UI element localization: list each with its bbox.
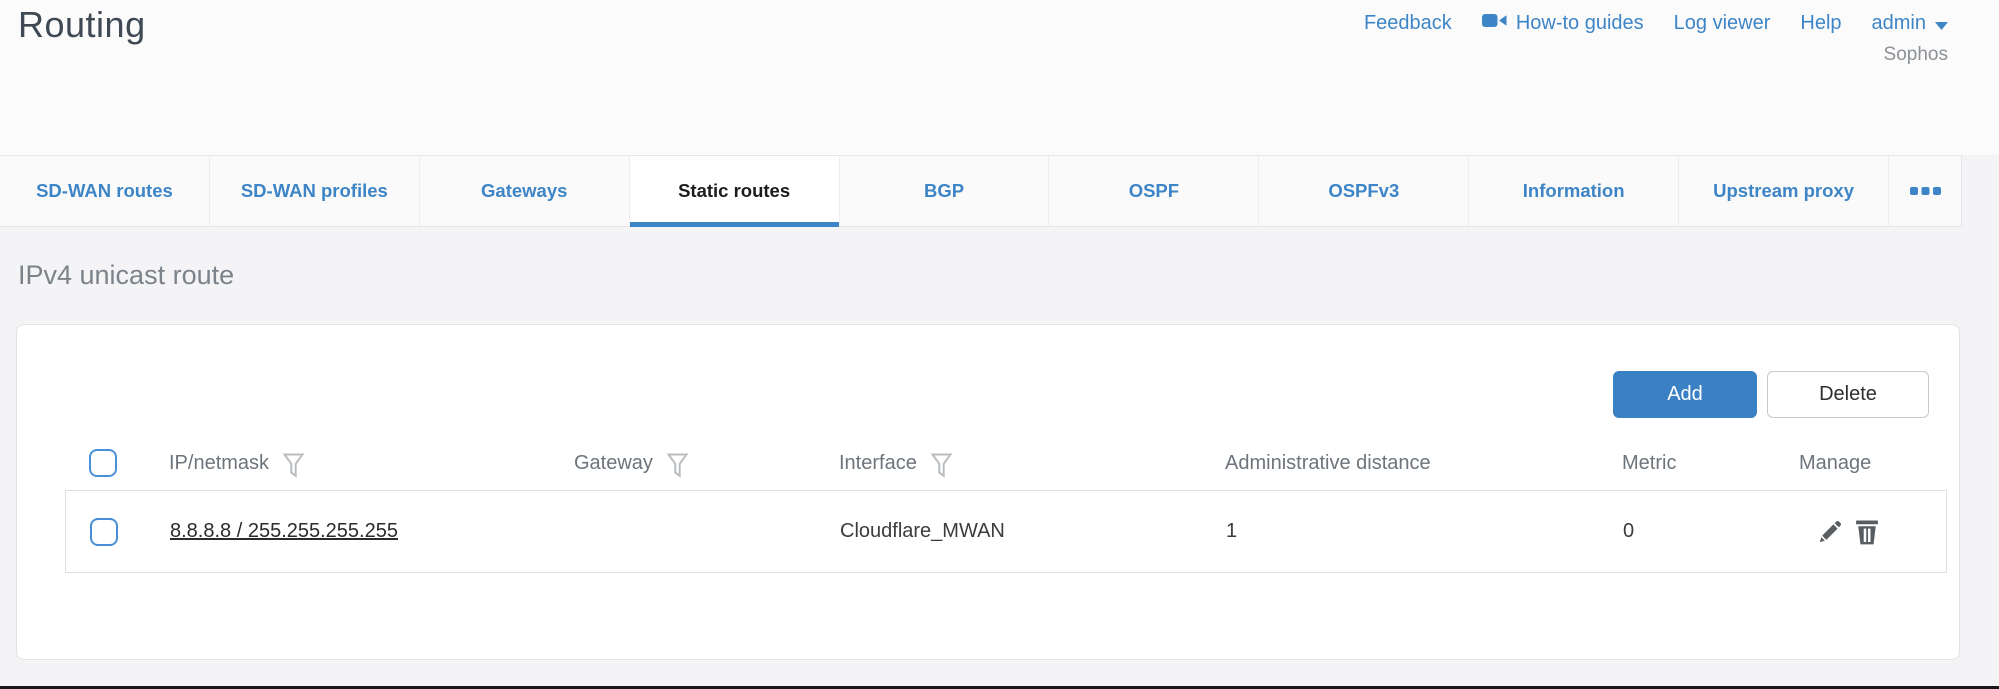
metric-cell: 0 — [1623, 520, 1800, 543]
video-camera-icon — [1482, 12, 1507, 35]
routing-tabbar: SD-WAN routes SD-WAN profiles Gateways S… — [0, 155, 1962, 227]
table-row: 8.8.8.8 / 255.255.255.255 Cloudflare_MWA… — [65, 490, 1947, 573]
tab-sd-wan-profiles[interactable]: SD-WAN profiles — [210, 156, 420, 226]
header-utilities: Feedback How-to guides Log viewer Help a… — [1364, 12, 1948, 66]
table-header-row: IP/netmask Gateway Interface Administrat… — [65, 442, 1947, 484]
tab-ospfv3[interactable]: OSPFv3 — [1259, 156, 1469, 226]
tab-gateways[interactable]: Gateways — [420, 156, 630, 226]
help-link[interactable]: Help — [1800, 12, 1841, 35]
log-viewer-link[interactable]: Log viewer — [1674, 12, 1771, 35]
column-header-label: Manage — [1799, 452, 1871, 475]
row-checkbox[interactable] — [90, 518, 118, 546]
select-all-cell — [65, 449, 169, 477]
ellipsis-icon — [1910, 187, 1941, 196]
tab-information[interactable]: Information — [1469, 156, 1679, 226]
funnel-icon[interactable] — [931, 453, 952, 479]
column-header-label: Gateway — [574, 452, 653, 475]
howto-guides-label: How-to guides — [1516, 12, 1644, 35]
column-header-label: Metric — [1622, 452, 1676, 475]
tab-sd-wan-routes[interactable]: SD-WAN routes — [0, 156, 210, 226]
add-button[interactable]: Add — [1613, 371, 1757, 418]
routes-card: Add Delete IP/netmask Gateway Interfac — [16, 324, 1960, 660]
pencil-icon — [1817, 518, 1844, 545]
route-link[interactable]: 8.8.8.8 / 255.255.255.255 — [170, 520, 398, 542]
tab-static-routes[interactable]: Static routes — [630, 156, 840, 226]
column-header-label: Interface — [839, 452, 917, 475]
select-all-checkbox[interactable] — [89, 449, 117, 477]
ip-netmask-cell: 8.8.8.8 / 255.255.255.255 — [170, 520, 575, 543]
funnel-icon[interactable] — [667, 453, 688, 479]
howto-guides-link[interactable]: How-to guides — [1482, 12, 1644, 35]
section-title: IPv4 unicast route — [18, 260, 234, 291]
tab-upstream-proxy[interactable]: Upstream proxy — [1679, 156, 1889, 226]
tab-ospf[interactable]: OSPF — [1049, 156, 1259, 226]
tab-bgp[interactable]: BGP — [840, 156, 1050, 226]
table-actions: Add Delete — [1613, 371, 1929, 418]
column-header-label: IP/netmask — [169, 452, 269, 475]
row-select-cell — [66, 518, 170, 546]
column-header-metric: Metric — [1622, 452, 1799, 475]
edit-row-button[interactable] — [1817, 518, 1844, 545]
column-header-admin-distance: Administrative distance — [1225, 452, 1622, 475]
feedback-link-label: Feedback — [1364, 12, 1452, 35]
page-header: Routing Feedback How-to guides Log viewe… — [0, 0, 1999, 155]
column-header-label: Administrative distance — [1225, 452, 1431, 475]
delete-row-button[interactable] — [1855, 518, 1879, 546]
feedback-link[interactable]: Feedback — [1364, 12, 1452, 35]
org-label: Sophos — [1884, 44, 1948, 66]
column-header-ip-netmask: IP/netmask — [169, 450, 574, 476]
column-header-gateway: Gateway — [574, 450, 839, 476]
page-title: Routing — [18, 4, 146, 46]
admin-menu-label: admin — [1872, 12, 1926, 35]
log-viewer-label: Log viewer — [1674, 12, 1771, 35]
trash-icon — [1855, 518, 1879, 546]
manage-cell — [1800, 518, 1946, 546]
funnel-icon[interactable] — [283, 453, 304, 479]
routing-page: Routing Feedback How-to guides Log viewe… — [0, 0, 1999, 689]
column-header-interface: Interface — [839, 450, 1225, 476]
column-header-manage: Manage — [1799, 452, 1947, 475]
interface-cell: Cloudflare_MWAN — [840, 520, 1226, 543]
help-label: Help — [1800, 12, 1841, 35]
header-links: Feedback How-to guides Log viewer Help a… — [1364, 12, 1948, 35]
tab-more[interactable] — [1889, 156, 1961, 226]
admin-distance-cell: 1 — [1226, 520, 1623, 543]
admin-menu[interactable]: admin — [1872, 12, 1948, 35]
chevron-down-icon — [1935, 22, 1948, 30]
delete-button[interactable]: Delete — [1767, 371, 1929, 418]
